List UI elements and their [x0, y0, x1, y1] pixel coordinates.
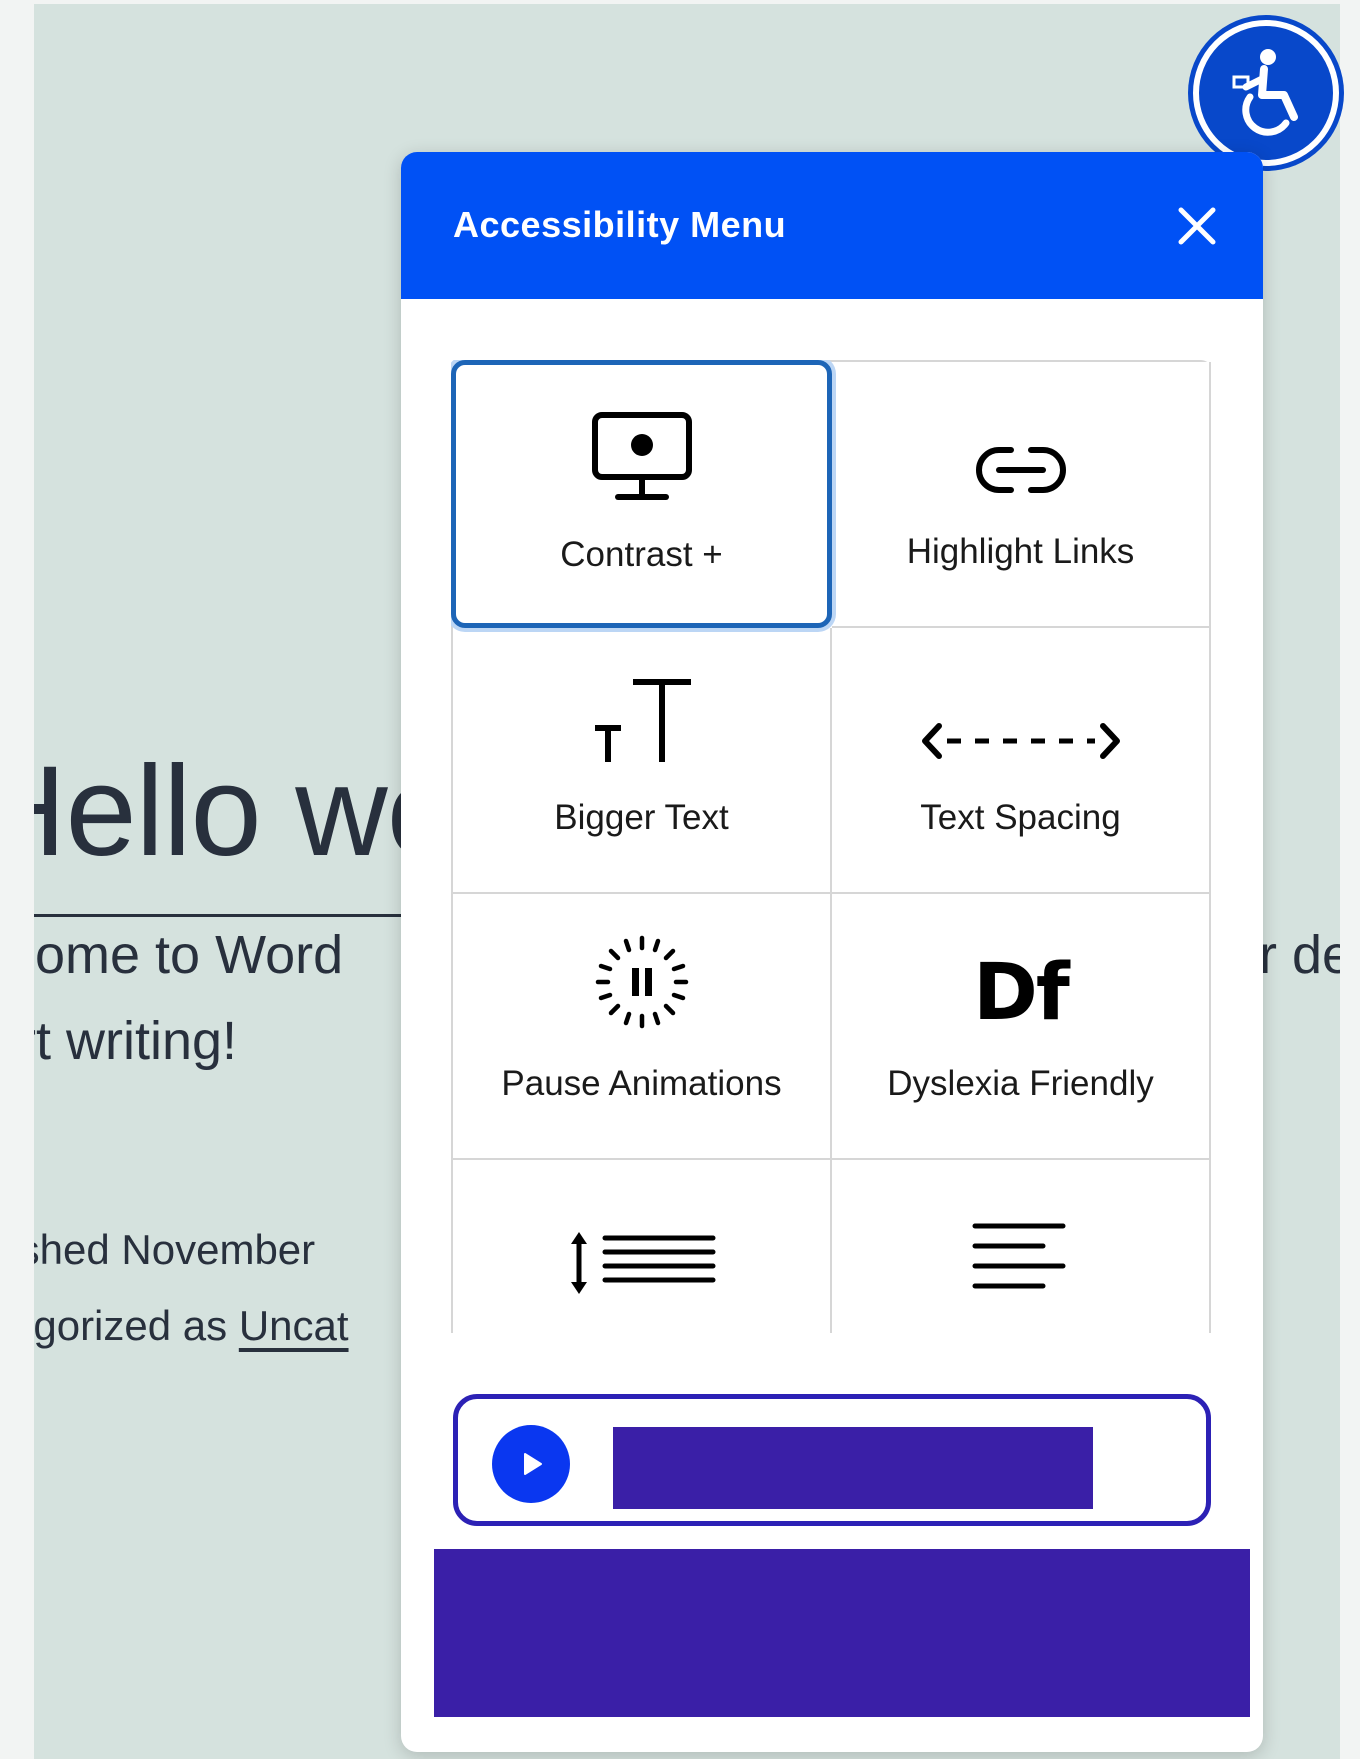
tile-label: Bigger Text: [554, 798, 729, 837]
tile-line-height[interactable]: [453, 1160, 832, 1333]
tile-label: Contrast +: [560, 535, 723, 574]
tile-pause-animations[interactable]: Pause Animations: [453, 894, 832, 1160]
dyslexia-font-icon: Df: [973, 936, 1070, 1046]
post-body-line: lcome to Word: [34, 925, 344, 985]
post-body-line: rt writing!: [34, 1011, 238, 1071]
pause-animations-icon: [592, 935, 692, 1046]
monitor-contrast-icon: [590, 407, 694, 517]
tile-highlight-links[interactable]: Highlight Links: [832, 362, 1211, 628]
accessibility-person-icon: [1232, 49, 1298, 136]
close-button[interactable]: [1169, 198, 1225, 254]
line-height-icon: [567, 1202, 717, 1312]
dyslexia-glyph: Df: [973, 948, 1070, 1038]
accessibility-menu-panel: Accessibility Menu Contrast + Highlight …: [401, 152, 1263, 1752]
category-link[interactable]: Uncat: [239, 1302, 349, 1349]
tile-text-spacing[interactable]: Text Spacing: [832, 628, 1211, 894]
tile-label: Dyslexia Friendly: [887, 1064, 1154, 1103]
post-meta-category: egorized as Uncat: [34, 1302, 349, 1350]
close-icon: [1178, 207, 1216, 245]
text-spacing-icon: [921, 670, 1121, 780]
play-icon: [524, 1453, 542, 1475]
tile-label: Pause Animations: [501, 1064, 782, 1103]
tile-bigger-text[interactable]: Bigger Text: [453, 628, 832, 894]
tile-label: Text Spacing: [920, 798, 1121, 837]
link-icon: [971, 404, 1071, 514]
tile-contrast[interactable]: Contrast +: [451, 360, 832, 628]
feature-grid: Contrast + Highlight Links Bigger Text T…: [451, 360, 1211, 1333]
audio-player: [453, 1394, 1211, 1526]
menu-title: Accessibility Menu: [453, 204, 787, 245]
tile-text-align[interactable]: [832, 1160, 1211, 1333]
post-meta-date: lished November: [34, 1226, 316, 1273]
text-size-icon: [587, 670, 697, 780]
footer-redacted-block: [434, 1549, 1250, 1717]
category-prefix: egorized as: [34, 1302, 228, 1349]
accessibility-toggle-button[interactable]: [1193, 20, 1339, 166]
post-body-line-right: r de: [1259, 925, 1340, 985]
tile-label: Highlight Links: [906, 532, 1135, 571]
text-align-icon: [971, 1202, 1071, 1312]
play-button[interactable]: [492, 1425, 570, 1503]
tile-dyslexia-friendly[interactable]: Df Dyslexia Friendly: [832, 894, 1211, 1160]
menu-header: Accessibility Menu: [401, 152, 1263, 299]
player-redacted-bar: [613, 1427, 1093, 1509]
feature-grid-scroll[interactable]: Contrast + Highlight Links Bigger Text T…: [451, 360, 1211, 1333]
post-title[interactable]: Hello wo: [34, 748, 458, 876]
title-underline: [34, 914, 414, 917]
